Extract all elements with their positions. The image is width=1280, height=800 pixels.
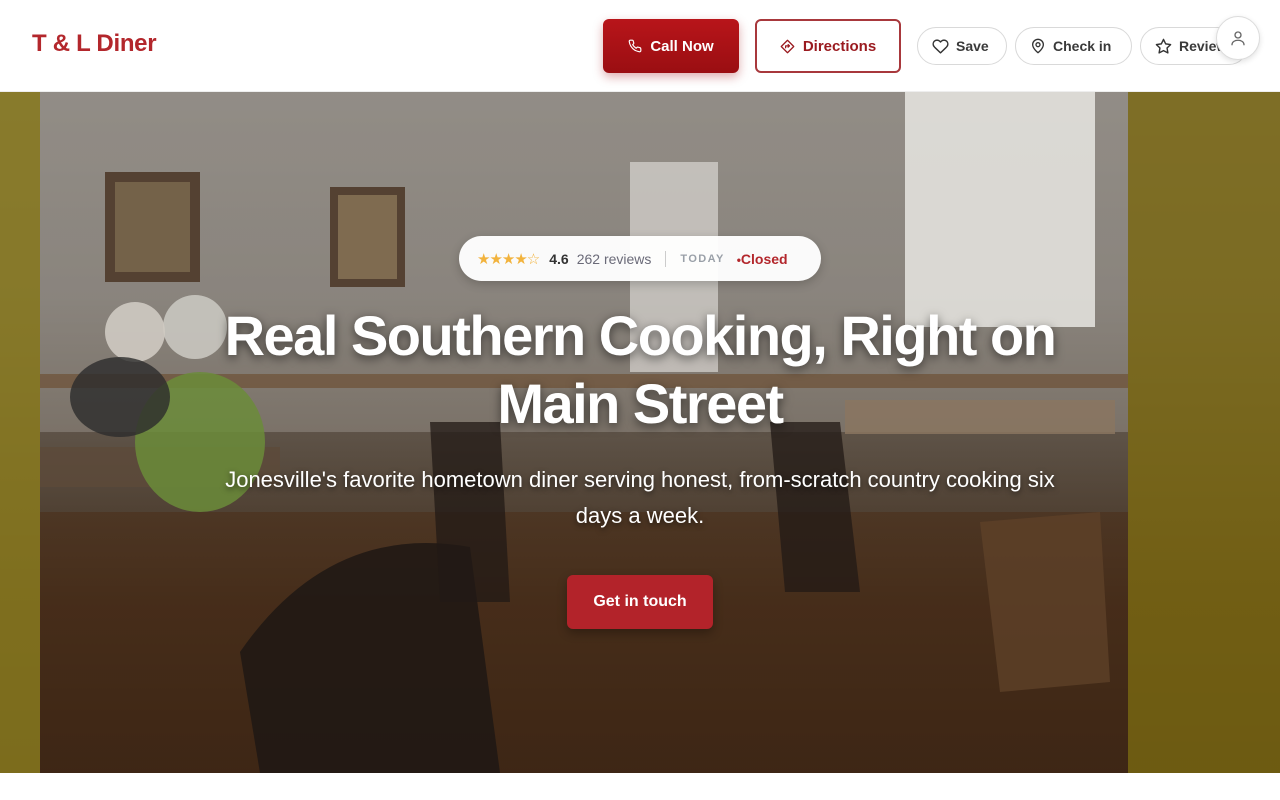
rating-value: 4.6 (549, 250, 569, 267)
check-in-button[interactable]: Check in (1015, 27, 1132, 65)
today-label: TODAY (680, 252, 725, 265)
open-status: •Closed (737, 251, 788, 267)
save-button[interactable]: Save (917, 27, 1007, 65)
star-icon (1155, 38, 1172, 54)
get-in-touch-button[interactable]: Get in touch (567, 575, 713, 629)
call-now-label: Call Now (650, 37, 714, 55)
directions-button[interactable]: Directions (755, 19, 901, 73)
hero-section: ★★★★☆ 4.6 262 reviews TODAY •Closed Real… (0, 92, 1280, 773)
hero-subtitle: Jonesville's favorite hometown diner ser… (225, 467, 1055, 528)
reviews-link[interactable]: 262 reviews (577, 251, 652, 267)
badge-divider (665, 250, 667, 267)
hero-headline: Real Southern Cooking, Right on Main Str… (224, 304, 1057, 435)
call-now-button[interactable]: Call Now (603, 19, 739, 73)
location-pin-icon (1032, 38, 1044, 54)
open-status-label: Closed (740, 250, 788, 267)
save-label: Save (956, 38, 989, 54)
rating-status-badge: ★★★★☆ 4.6 262 reviews TODAY •Closed (459, 236, 821, 281)
account-avatar[interactable] (1216, 16, 1260, 60)
phone-icon (628, 39, 642, 53)
heart-icon (932, 38, 949, 54)
user-icon (1231, 31, 1245, 46)
brand-name[interactable]: T & L Diner (32, 30, 157, 58)
check-in-label: Check in (1053, 38, 1112, 54)
directions-label: Directions (802, 37, 877, 55)
directions-icon (780, 39, 795, 53)
rating-stars: ★★★★☆ (477, 250, 540, 268)
top-header: T & L Diner Call Now Directions Save Che… (0, 0, 1280, 92)
